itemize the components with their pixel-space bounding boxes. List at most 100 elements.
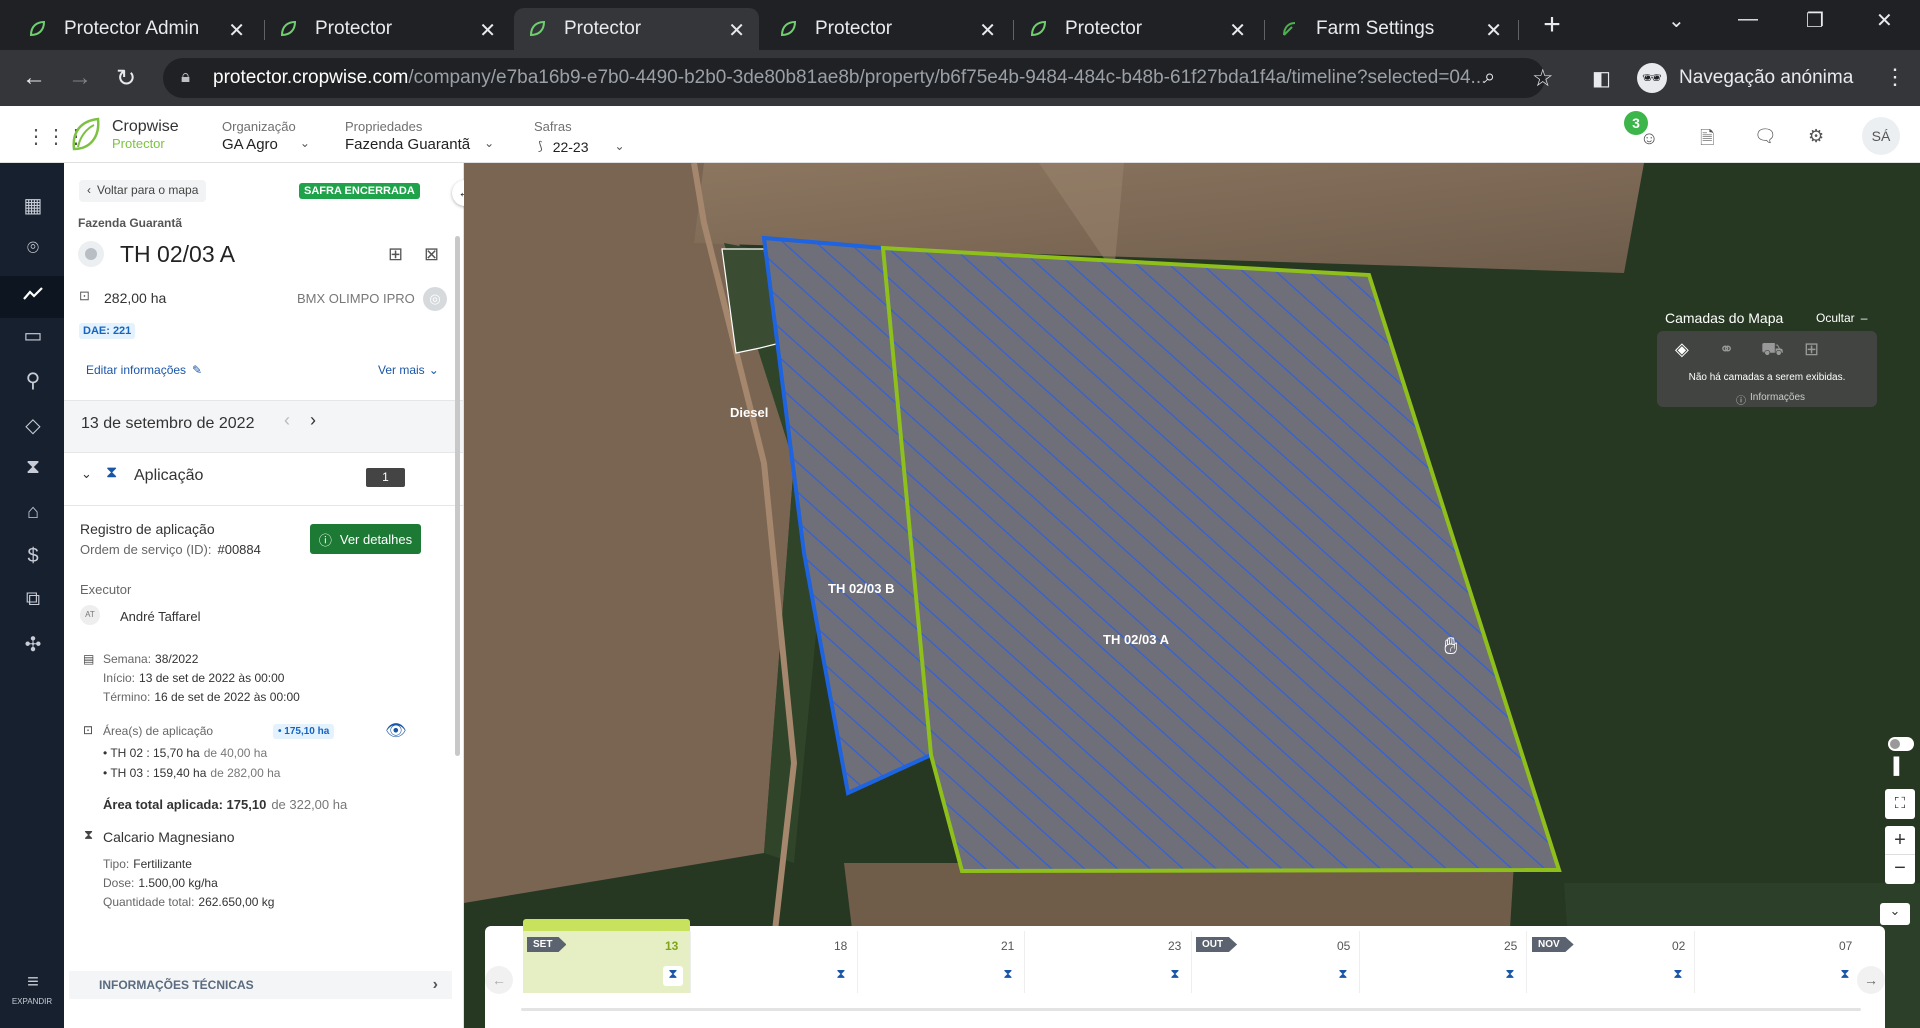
timeline-next-icon[interactable]: → — [1857, 966, 1885, 994]
satellite-icon[interactable]: ⚭ — [1719, 339, 1734, 360]
finance-icon[interactable]: $ — [20, 545, 46, 569]
eye-icon[interactable]: 👁︎ — [385, 721, 407, 741]
fit-bounds-icon[interactable]: ⛶ — [1885, 789, 1915, 819]
browser-tab[interactable]: Protector ✕ — [265, 8, 510, 50]
prev-date-icon[interactable]: ‹ — [284, 410, 290, 431]
property-label: Propriedades — [345, 119, 423, 134]
samples-icon[interactable]: ⚲ — [20, 368, 46, 392]
edit-info-link[interactable]: Editar informações ✎ — [86, 363, 202, 377]
tech-info-label: INFORMAÇÕES TÉCNICAS — [99, 978, 254, 992]
bookmark-star-icon[interactable]: ☆ — [1532, 64, 1554, 93]
browser-tab[interactable]: Protector ✕ — [765, 8, 1010, 50]
dashboard-icon[interactable]: ▦ — [20, 193, 46, 217]
excel-export-icon[interactable]: ⊠ — [424, 244, 439, 265]
timeline-scrollbar[interactable] — [521, 1008, 1861, 1011]
close-icon[interactable]: ✕ — [1229, 18, 1246, 43]
avatar[interactable]: SÁ — [1862, 117, 1900, 155]
type-label: Tipo: — [103, 857, 130, 871]
diamond-icon[interactable]: ◇ — [20, 413, 46, 437]
details-button[interactable]: ⓘ Ver detalhes — [310, 524, 421, 554]
leaf-icon — [779, 20, 797, 38]
tab-search-icon[interactable]: ⌄ — [1668, 8, 1685, 33]
new-tab-button[interactable]: + — [1535, 8, 1569, 42]
warehouse-icon[interactable]: ⌂ — [20, 501, 46, 525]
address-bar[interactable]: 🔒︎ protector.cropwise.com/company/e7ba16… — [163, 58, 1545, 98]
map-view[interactable]: Diesel TH 02/03 B TH 02/03 A ✋︎ Camadas … — [464, 163, 1920, 1028]
browser-tab[interactable]: Farm Settings ✕ — [1266, 8, 1516, 50]
start-label: Início: — [103, 671, 136, 685]
zoom-in-icon[interactable]: + — [1885, 826, 1915, 855]
side-panel-icon[interactable]: ◧ — [1592, 66, 1611, 91]
map-book-icon[interactable]: ▐ — [1888, 758, 1899, 776]
add-event-icon[interactable]: ⊞ — [388, 244, 403, 265]
timeline-prev-icon[interactable]: ← — [485, 966, 513, 994]
crop-icon: ⟆ — [538, 139, 543, 153]
close-icon[interactable]: ✕ — [228, 18, 245, 43]
zoom-icon[interactable]: ⌕ — [1484, 66, 1495, 89]
application-event-icon[interactable]: ⧗ — [831, 966, 851, 986]
restore-icon[interactable]: ❐ — [1806, 8, 1824, 33]
incognito-icon: 🕶︎ — [1637, 63, 1667, 93]
browser-tab-active[interactable]: Protector ✕ — [514, 8, 759, 50]
hide-layers-button[interactable]: Ocultar – — [1816, 311, 1867, 325]
report-icon[interactable]: ⧉ — [20, 588, 46, 612]
application-event-icon[interactable]: ⧗ — [1333, 966, 1353, 986]
layers-icon[interactable]: ◈ — [1675, 339, 1689, 360]
see-more-link[interactable]: Ver mais ⌄ — [378, 363, 439, 377]
url-host: protector.cropwise.com — [213, 67, 409, 88]
order-line: Ordem de serviço (ID): #00884 — [80, 542, 261, 557]
start-value: 13 de set de 2022 às 00:00 — [139, 671, 285, 685]
document-icon[interactable]: 🗎︎ — [1700, 126, 1714, 156]
forward-icon[interactable]: → — [68, 64, 92, 92]
map-label-field-b: TH 02/03 B — [828, 581, 895, 596]
day-label: 21 — [1001, 939, 1015, 953]
back-to-map-button[interactable]: ‹ Voltar para o mapa — [79, 180, 207, 202]
collapse-chevron-icon[interactable]: ⌄ — [81, 466, 92, 482]
chat-icon[interactable]: 🗨︎ — [1754, 126, 1777, 147]
close-icon[interactable]: ✕ — [1485, 18, 1502, 43]
next-date-icon[interactable]: › — [310, 410, 316, 431]
browser-tab[interactable]: Protector ✕ — [1015, 8, 1260, 50]
season-select[interactable]: ⟆ 22-23 ⌄ — [538, 139, 625, 155]
browser-tab[interactable]: Protector Admin ✕ — [14, 8, 259, 50]
tractor-icon[interactable]: ⛟︎ — [1761, 339, 1784, 363]
total-area-line: Área total aplicada: 175,10 de 322,00 ha — [103, 797, 347, 812]
close-window-icon[interactable]: ✕ — [1876, 8, 1893, 33]
browser-menu-icon[interactable]: ⋮ — [1884, 64, 1906, 90]
application-event-icon[interactable]: ⧗ — [998, 966, 1018, 986]
close-icon[interactable]: ✕ — [479, 18, 496, 43]
map-pin-icon[interactable]: ⌾ — [20, 237, 46, 261]
add-layer-icon[interactable]: ⊞ — [1804, 339, 1819, 360]
toggle-switch[interactable] — [1888, 737, 1914, 751]
panel-scrollbar[interactable] — [455, 236, 460, 756]
application-event-icon[interactable]: ⧗ — [1835, 966, 1855, 986]
application-event-icon[interactable]: ⧗ — [1500, 966, 1520, 986]
season-label: Safras — [534, 119, 572, 134]
integrations-icon[interactable]: ✣ — [20, 632, 46, 656]
property-select[interactable]: Fazenda Guarantã ⌄ — [345, 136, 494, 153]
week-label: Semana: — [103, 652, 152, 666]
application-event-icon[interactable]: ⧗ — [663, 966, 683, 986]
layers-info-link[interactable]: ⓘ Informações — [1736, 392, 1805, 407]
expand-menu-icon[interactable]: ≡ — [20, 971, 46, 995]
gear-icon[interactable]: ⚙︎ — [1808, 126, 1824, 147]
map-label-field-a: TH 02/03 A — [1103, 632, 1169, 647]
minimize-icon[interactable]: — — [1738, 8, 1758, 31]
user-alert-icon[interactable]: ☺ — [1640, 128, 1658, 149]
back-icon[interactable]: ← — [22, 64, 46, 92]
close-icon[interactable]: ✕ — [728, 18, 745, 43]
application-event-icon[interactable]: ⧗ — [1668, 966, 1688, 986]
expand-label[interactable]: EXPANDIR — [0, 997, 64, 1006]
spray-icon[interactable]: ⧗ — [20, 456, 46, 480]
incognito-indicator[interactable]: 🕶︎ Navegação anónima — [1637, 58, 1853, 98]
application-event-icon[interactable]: ⧗ — [1165, 966, 1185, 986]
minus-icon: – — [1860, 311, 1868, 325]
reload-icon[interactable]: ↻ — [116, 64, 136, 93]
org-select[interactable]: GA Agro ⌄ — [222, 136, 310, 153]
calendar-icon[interactable]: ▭ — [20, 323, 46, 347]
zoom-out-icon[interactable]: − — [1885, 855, 1915, 884]
close-icon[interactable]: ✕ — [979, 18, 996, 43]
timeline-icon[interactable] — [20, 283, 46, 307]
collapse-timeline-icon[interactable]: ⌄ — [1880, 903, 1910, 925]
tech-info-expander[interactable]: INFORMAÇÕES TÉCNICAS › — [69, 971, 452, 999]
